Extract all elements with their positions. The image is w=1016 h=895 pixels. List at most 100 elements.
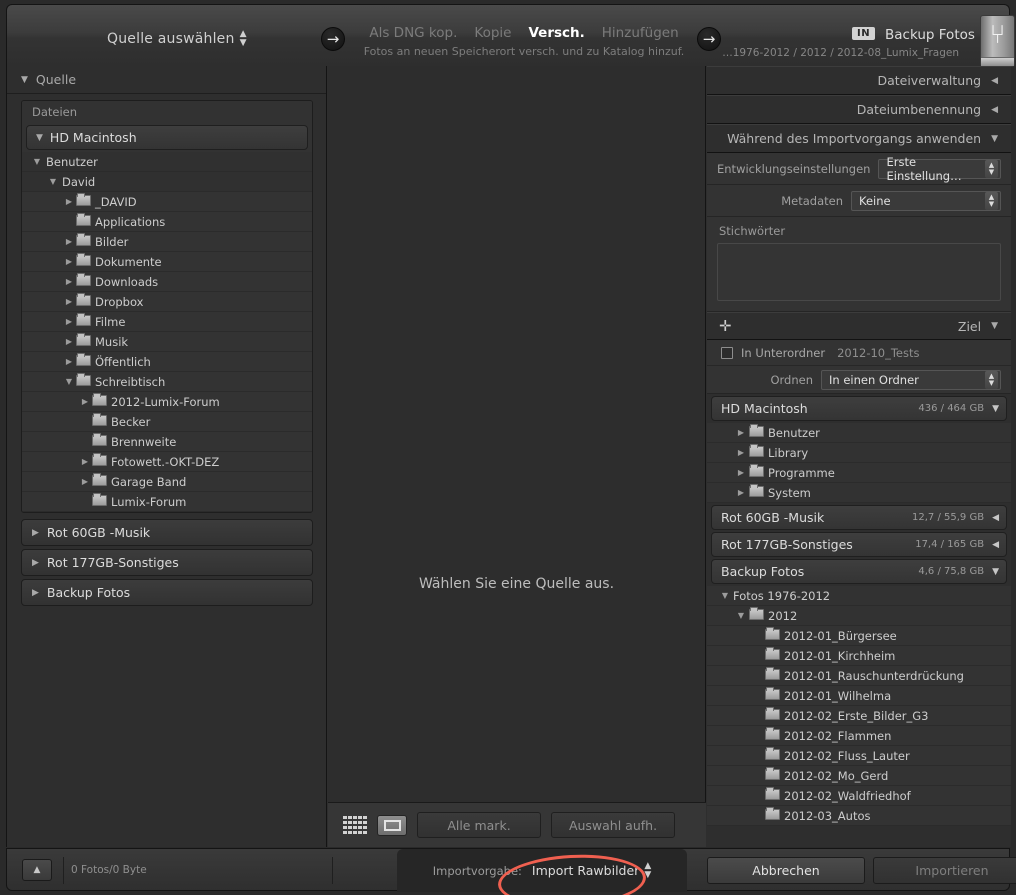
destination-tree-row[interactable]: ▶ Programme (707, 463, 1011, 483)
source-tree-label: 2012-Lumix-Forum (111, 394, 220, 409)
disclosure-icon[interactable]: ▶ (62, 337, 76, 346)
mode-tab-copy[interactable]: Kopie (474, 25, 511, 41)
develop-settings-dropdown[interactable]: Erste Einstellung… ▲ ▼ (878, 155, 1001, 183)
source-tree-row[interactable]: ▶ Musik (22, 332, 312, 352)
disclosure-icon[interactable]: ▶ (62, 277, 76, 286)
source-volume-button[interactable]: ▶ Rot 177GB-Sonstiges (21, 549, 313, 576)
chevron-left-icon[interactable]: ◀ (992, 513, 1006, 523)
destination-volume-button[interactable]: Rot 177GB-Sonstiges 17,4 / 165 GB ◀ (711, 532, 1007, 557)
source-tree-label: Applications (95, 214, 166, 229)
destination-volume-button[interactable]: Rot 60GB -Musik 12,7 / 55,9 GB ◀ (711, 505, 1007, 530)
file-handling-label: Dateiverwaltung (877, 73, 982, 88)
disclosure-icon[interactable]: ▶ (62, 237, 76, 246)
in-badge: IN (852, 27, 876, 40)
source-panel-header[interactable]: ▼ Quelle (7, 66, 326, 94)
into-subfolder-label: In Unterordner (741, 345, 826, 360)
destination-tree-row[interactable]: 2012-01_Kirchheim (707, 646, 1011, 666)
disclosure-icon[interactable]: ▼ (717, 591, 733, 600)
source-tree-row[interactable]: ▶ Dropbox (22, 292, 312, 312)
file-rename-label: Dateiumbenennung (856, 102, 982, 117)
disclosure-icon[interactable]: ▶ (62, 297, 76, 306)
destination-tree-row[interactable]: ▶ Benutzer (707, 423, 1011, 443)
disclosure-icon[interactable]: ▶ (733, 488, 749, 497)
disclosure-icon[interactable]: ▶ (78, 477, 92, 486)
destination-tree-row[interactable]: 2012-01_Bürgersee (707, 626, 1011, 646)
source-tree-row[interactable]: Lumix-Forum (22, 492, 312, 512)
keywords-input[interactable] (717, 243, 1001, 301)
organize-dropdown[interactable]: In einen Ordner ▲ ▼ (821, 369, 1001, 390)
source-tree-row[interactable]: ▶ Bilder (22, 232, 312, 252)
disclosure-icon[interactable]: ▶ (62, 257, 76, 266)
plus-icon-destination[interactable]: ✛ (719, 318, 732, 334)
expand-filmstrip-button[interactable]: ▲ (22, 859, 52, 881)
source-volume-button[interactable]: ▶ Backup Fotos (21, 579, 313, 606)
destination-tree-row[interactable]: ▼ 2012 (707, 606, 1011, 626)
source-volume-hd-macintosh[interactable]: ▼ HD Macintosh (26, 125, 308, 150)
disclosure-icon[interactable]: ▼ (30, 157, 44, 166)
source-tree-row[interactable]: ▼ Benutzer (22, 152, 312, 172)
disclosure-icon[interactable]: ▶ (733, 448, 749, 457)
destination-volume-button[interactable]: Backup Fotos 4,6 / 75,8 GB ▼ (711, 559, 1007, 584)
source-tree-row[interactable]: Brennweite (22, 432, 312, 452)
destination-tree-row[interactable]: 2012-02_Erste_Bilder_G3 (707, 706, 1011, 726)
destination-tree-row[interactable]: 2012-02_Flammen (707, 726, 1011, 746)
mode-tab-move[interactable]: Versch. (528, 25, 584, 41)
destination-tree-row[interactable]: ▶ Library (707, 443, 1011, 463)
source-tree-row[interactable]: ▶ _DAVID (22, 192, 312, 212)
destination-tree-row[interactable]: 2012-03_Autos (707, 806, 1011, 826)
disclosure-icon[interactable]: ▼ (46, 177, 60, 186)
source-volume-button[interactable]: ▶ Rot 60GB -Musik (21, 519, 313, 546)
metadata-dropdown[interactable]: Keine ▲ ▼ (851, 190, 1001, 211)
destination-select-button[interactable]: Backup Fotos ▲▼ (885, 26, 987, 44)
source-tree-row[interactable]: ▶ Filme (22, 312, 312, 332)
source-tree-row[interactable]: ▼ Schreibtisch (22, 372, 312, 392)
source-select-button[interactable]: Quelle auswählen ▲ ▼ (107, 30, 247, 48)
cancel-button[interactable]: Abbrechen (707, 857, 865, 884)
destination-tree-row[interactable]: 2012-01_Wilhelma (707, 686, 1011, 706)
source-tree-row[interactable]: ▶ Dokumente (22, 252, 312, 272)
source-tree-row[interactable]: ▶ Öffentlich (22, 352, 312, 372)
clear-selection-button[interactable]: Auswahl aufh. (551, 812, 675, 838)
mark-all-button[interactable]: Alle mark. (417, 812, 541, 838)
chevron-down-icon[interactable]: ▼ (992, 567, 1006, 577)
into-subfolder-row[interactable]: In Unterordner 2012-10_Tests (707, 340, 1011, 366)
destination-tree-row[interactable]: ▼ Fotos 1976-2012 (707, 586, 1011, 606)
file-rename-header[interactable]: Dateiumbenennung ◀ (707, 95, 1011, 124)
grid-view-icon[interactable] (343, 816, 367, 834)
disclosure-icon[interactable]: ▶ (62, 357, 76, 366)
disclosure-icon[interactable]: ▼ (62, 377, 76, 386)
source-tree-row[interactable]: ▶ Downloads (22, 272, 312, 292)
source-tree-row[interactable]: ▶ Garage Band (22, 472, 312, 492)
loupe-view-icon[interactable] (377, 814, 407, 836)
file-handling-header[interactable]: Dateiverwaltung ◀ (707, 66, 1011, 95)
disclosure-icon[interactable]: ▶ (62, 317, 76, 326)
mode-tab-add[interactable]: Hinzufügen (602, 25, 679, 41)
disclosure-icon[interactable]: ▼ (733, 611, 749, 620)
chevron-right-icon: ▶ (32, 557, 39, 568)
source-tree-row[interactable]: ▼ David (22, 172, 312, 192)
source-tree-row[interactable]: Applications (22, 212, 312, 232)
into-subfolder-value[interactable]: 2012-10_Tests (833, 346, 919, 360)
source-tree-row[interactable]: Becker (22, 412, 312, 432)
destination-tree-row[interactable]: 2012-02_Waldfriedhof (707, 786, 1011, 806)
disclosure-icon[interactable]: ▶ (62, 197, 76, 206)
source-tree-row[interactable]: ▶ Fotowett.-OKT-DEZ (22, 452, 312, 472)
destination-tree-row[interactable]: ▶ System (707, 483, 1011, 503)
import-button[interactable]: Importieren (873, 857, 1016, 884)
destination-panel-header[interactable]: ✛ Ziel ▼ (707, 312, 1011, 340)
into-subfolder-checkbox[interactable] (721, 346, 733, 359)
import-preset-dropdown[interactable]: Import Rawbilder ▲ ▼ (532, 861, 651, 880)
chevron-left-icon[interactable]: ◀ (992, 540, 1006, 550)
chevron-down-icon[interactable]: ▼ (992, 404, 1006, 414)
mode-tab-dng[interactable]: Als DNG kop. (369, 25, 457, 41)
destination-tree-row[interactable]: 2012-02_Mo_Gerd (707, 766, 1011, 786)
destination-tree-row[interactable]: 2012-01_Rauschunterdrückung (707, 666, 1011, 686)
source-tree-row[interactable]: ▶ 2012-Lumix-Forum (22, 392, 312, 412)
disclosure-icon[interactable]: ▶ (78, 397, 92, 406)
disclosure-icon[interactable]: ▶ (733, 468, 749, 477)
destination-volume-button[interactable]: HD Macintosh 436 / 464 GB ▼ (711, 396, 1007, 421)
destination-tree-row[interactable]: 2012-02_Fluss_Lauter (707, 746, 1011, 766)
disclosure-icon[interactable]: ▶ (78, 457, 92, 466)
apply-during-import-header[interactable]: Während des Importvorgangs anwenden ▼ (707, 124, 1011, 153)
disclosure-icon[interactable]: ▶ (733, 428, 749, 437)
